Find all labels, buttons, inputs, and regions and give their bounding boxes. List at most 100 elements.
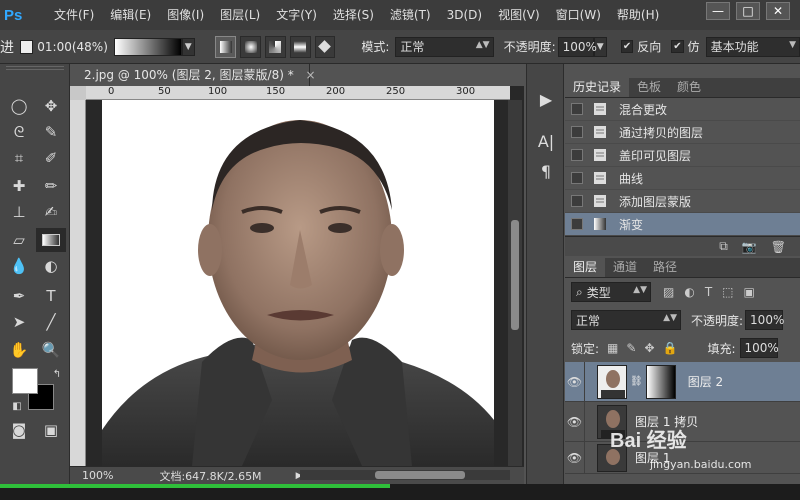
close-button[interactable]: ✕ <box>766 2 790 20</box>
history-item[interactable]: 混合更改 <box>565 98 800 121</box>
foreground-color-swatch[interactable] <box>12 368 38 394</box>
pixel-filter-icon[interactable]: ▨ <box>663 285 674 299</box>
play-action-icon[interactable]: ▶ <box>533 88 559 110</box>
vertical-ruler[interactable] <box>70 100 86 466</box>
radial-gradient-button[interactable] <box>240 35 262 58</box>
history-item[interactable]: 通过拷贝的图层 <box>565 121 800 144</box>
layer-opacity-input[interactable]: 100% <box>745 310 784 330</box>
history-checkbox[interactable] <box>571 103 583 115</box>
history-checkbox[interactable] <box>571 195 583 207</box>
new-document-from-state-icon[interactable]: ⧉ <box>719 239 728 254</box>
lock-pixels-icon[interactable]: ✎ <box>626 341 636 355</box>
history-checkbox[interactable] <box>571 149 583 161</box>
tab-paths[interactable]: 路径 <box>645 257 685 277</box>
eye-icon[interactable]: 👁 <box>565 361 585 402</box>
hand-tool-icon[interactable]: ✋ <box>6 338 32 362</box>
quick-select-tool-icon[interactable]: ✎ <box>38 120 64 144</box>
image-canvas[interactable] <box>102 100 494 466</box>
healing-brush-tool-icon[interactable]: ✚ <box>6 174 32 198</box>
menu-window[interactable]: 窗口(W) <box>548 0 609 30</box>
default-colors-icon[interactable]: ◧ <box>4 394 30 418</box>
fill-input[interactable]: 100% <box>739 338 779 358</box>
horizontal-ruler[interactable]: 0 50 100 150 200 250 300 <box>86 86 510 100</box>
path-select-tool-icon[interactable]: ➤ <box>6 310 32 334</box>
line-tool-icon[interactable]: ╱ <box>38 310 64 334</box>
dodge-tool-icon[interactable]: ◐ <box>38 254 64 278</box>
minimize-button[interactable]: — <box>706 2 730 20</box>
menu-edit[interactable]: 编辑(E) <box>102 0 159 30</box>
layer-filter-select[interactable]: ⌕ 类型 ▲▼ <box>571 282 651 302</box>
history-item[interactable]: 添加图层蒙版 <box>565 190 800 213</box>
menu-image[interactable]: 图像(I) <box>159 0 212 30</box>
shape-filter-icon[interactable]: ⬚ <box>722 285 733 299</box>
layer-row[interactable]: 👁 ⛓ 图层 2 <box>565 361 800 402</box>
blend-mode-select[interactable]: 正常 ▲▼ <box>571 310 681 330</box>
history-item[interactable]: 盖印可见图层 <box>565 144 800 167</box>
document-info[interactable]: 文档:647.8K/2.65M <box>159 468 261 484</box>
linear-gradient-button[interactable] <box>215 35 237 58</box>
paragraph-panel-icon[interactable]: ¶ <box>533 160 559 182</box>
lock-transparent-icon[interactable]: ▦ <box>607 341 618 355</box>
horizontal-scroll-thumb[interactable] <box>375 471 465 479</box>
character-panel-icon[interactable]: A| <box>533 130 559 152</box>
history-item[interactable]: 曲线 <box>565 167 800 190</box>
vertical-scrollbar[interactable] <box>508 100 522 466</box>
swap-colors-icon[interactable]: ↰ <box>44 362 70 386</box>
lock-all-icon[interactable]: 🔒 <box>663 341 678 355</box>
restore-button[interactable]: □ <box>736 2 760 20</box>
pen-tool-icon[interactable]: ✒ <box>6 284 32 308</box>
eye-icon[interactable]: 👁 <box>565 441 585 474</box>
menu-view[interactable]: 视图(V) <box>490 0 548 30</box>
workspace-select[interactable]: 基本功能 ▼ <box>705 36 800 57</box>
history-item-selected[interactable]: 渐变 <box>565 213 800 236</box>
video-progress[interactable] <box>0 484 390 488</box>
menu-layer[interactable]: 图层(L) <box>212 0 268 30</box>
type-filter-icon[interactable]: T <box>705 285 712 299</box>
document-tab[interactable]: 2.jpg @ 100% (图层 2, 图层蒙版/8) * × <box>70 64 316 86</box>
eraser-tool-icon[interactable]: ▱ <box>6 228 32 252</box>
crop-tool-icon[interactable]: ⌗ <box>6 146 32 170</box>
blur-tool-icon[interactable]: 💧 <box>6 254 32 278</box>
tab-swatches[interactable]: 色板 <box>629 77 669 97</box>
close-icon[interactable]: × <box>306 68 316 82</box>
zoom-tool-icon[interactable]: 🔍 <box>38 338 64 362</box>
menu-3d[interactable]: 3D(D) <box>439 0 490 30</box>
reverse-checkbox[interactable]: ✔ <box>620 40 634 53</box>
clone-stamp-tool-icon[interactable]: ⊥ <box>6 200 32 224</box>
dither-checkbox[interactable]: ✔ <box>671 40 684 53</box>
brush-tool-icon[interactable]: ✏ <box>38 174 64 198</box>
ruler-corner[interactable] <box>70 86 86 100</box>
gradient-tool-icon[interactable] <box>20 39 34 54</box>
tab-channels[interactable]: 通道 <box>605 257 645 277</box>
tab-history[interactable]: 历史记录 <box>565 77 630 97</box>
link-icon[interactable]: ⛓ <box>630 376 643 387</box>
menu-type[interactable]: 文字(Y) <box>268 0 325 30</box>
history-checkbox[interactable] <box>571 218 583 230</box>
adjustment-filter-icon[interactable]: ◐ <box>684 285 694 299</box>
history-brush-tool-icon[interactable]: ✍ <box>38 200 64 224</box>
new-snapshot-icon[interactable]: 📷 <box>742 240 757 254</box>
tab-color[interactable]: 颜色 <box>669 77 709 97</box>
menu-filter[interactable]: 滤镜(T) <box>382 0 439 30</box>
diamond-gradient-button[interactable] <box>314 35 336 58</box>
mode-select[interactable]: 正常 ▲▼ <box>395 36 494 57</box>
opacity-input[interactable]: 100% <box>557 36 597 57</box>
menu-file[interactable]: 文件(F) <box>46 0 102 30</box>
lasso-tool-icon[interactable]: ᘓ <box>6 120 32 144</box>
reflected-gradient-button[interactable] <box>289 35 311 58</box>
lock-position-icon[interactable]: ✥ <box>644 341 654 355</box>
delete-state-icon[interactable]: 🗑 <box>771 240 786 254</box>
eye-icon[interactable]: 👁 <box>565 401 585 442</box>
horizontal-scrollbar[interactable] <box>300 470 510 480</box>
screen-mode-icon[interactable]: ▣ <box>38 418 64 442</box>
tab-layers[interactable]: 图层 <box>565 257 606 277</box>
zoom-level[interactable]: 100% <box>82 469 113 482</box>
gradient-tool-icon[interactable] <box>36 228 66 252</box>
layer-mask-thumbnail[interactable] <box>645 364 676 399</box>
eyedropper-tool-icon[interactable]: ✐ <box>38 146 64 170</box>
history-checkbox[interactable] <box>571 126 583 138</box>
menu-select[interactable]: 选择(S) <box>325 0 382 30</box>
move-tool-icon[interactable]: ✥ <box>38 94 64 118</box>
marquee-tool-icon[interactable]: ◯ <box>6 94 32 118</box>
tools-grip[interactable] <box>6 66 64 70</box>
